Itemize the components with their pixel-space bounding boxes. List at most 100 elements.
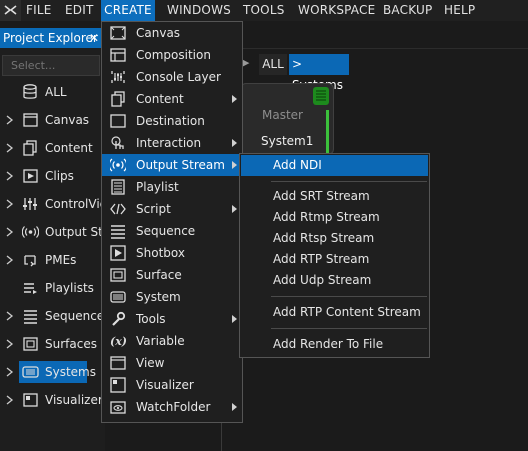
menu-help[interactable]: HELP <box>444 0 475 21</box>
menu-bar: FILE EDIT CREATE WINDOWS TOOLS WORKSPACE… <box>0 0 528 21</box>
expand-arrow-icon[interactable] <box>4 366 14 378</box>
menu-file[interactable]: FILE <box>26 0 52 21</box>
menu-item-output-stream[interactable]: Output Stream <box>102 154 242 176</box>
submenu-item-add-rtp-stream[interactable]: Add RTP Stream <box>241 249 428 270</box>
tree-item-clips[interactable]: Clips <box>0 165 105 187</box>
node-status-bar <box>326 110 329 155</box>
menu-item-view[interactable]: View <box>102 352 242 374</box>
expand-arrow-icon[interactable] <box>4 226 14 238</box>
submenu-item-add-render-to-file[interactable]: Add Render To File <box>241 334 428 355</box>
tree-item-pmes[interactable]: PMEs <box>0 249 105 271</box>
search-field[interactable] <box>2 55 100 76</box>
menu-item-destination[interactable]: Destination <box>102 110 242 132</box>
script-icon <box>110 201 126 217</box>
tree-item-visualizers[interactable]: Visualizers <box>0 389 109 411</box>
submenu-item-add-srt-stream[interactable]: Add SRT Stream <box>241 186 428 207</box>
menu-item-surface[interactable]: Surface <box>102 264 242 286</box>
submenu-item-add-udp-stream[interactable]: Add Udp Stream <box>241 270 428 291</box>
menu-item-label: Sequence <box>136 224 196 238</box>
menu-item-label: System <box>136 290 181 304</box>
submenu-item-label: Add Rtsp Stream <box>273 231 375 245</box>
menu-item-label: Surface <box>136 268 182 282</box>
tree-item-playlists[interactable]: Playlists <box>0 277 105 299</box>
submenu-item-add-rtmp-stream[interactable]: Add Rtmp Stream <box>241 207 428 228</box>
menu-item-label: Destination <box>136 114 205 128</box>
canvas-icon <box>110 25 126 41</box>
view-icon <box>110 355 126 371</box>
expand-arrow-icon[interactable] <box>4 254 14 266</box>
menu-item-label: Playlist <box>136 180 179 194</box>
menu-windows[interactable]: WINDOWS <box>167 0 231 21</box>
playlist-icon <box>110 179 126 195</box>
node-master-label: Master <box>262 108 303 122</box>
expand-arrow-icon[interactable] <box>4 338 14 350</box>
menu-item-console-layer[interactable]: Console Layer <box>102 66 242 88</box>
menu-item-label: View <box>136 356 165 370</box>
menu-item-interaction[interactable]: Interaction <box>102 132 242 154</box>
breadcrumb-systems[interactable]: > Systems <box>289 54 349 92</box>
submenu-arrow-icon <box>232 95 237 103</box>
expand-arrow-icon[interactable] <box>4 114 14 126</box>
interaction-icon <box>110 135 126 151</box>
menu-item-playlist[interactable]: Playlist <box>102 176 242 198</box>
close-icon[interactable]: ✕ <box>89 28 99 48</box>
submenu-item-add-ndi[interactable]: Add NDI <box>241 155 428 176</box>
tree-item-canvas[interactable]: Canvas <box>0 109 105 131</box>
tree-item-surfaces[interactable]: Surfaces <box>0 333 105 355</box>
tree-item-label: PMEs <box>45 253 77 267</box>
submenu-item-label: Add RTP Content Stream <box>273 305 421 319</box>
menu-backup[interactable]: BACKUP <box>383 0 432 21</box>
menu-separator <box>271 296 427 297</box>
surfaces-icon <box>22 336 39 352</box>
submenu-item-add-rtsp-stream[interactable]: Add Rtsp Stream <box>241 228 428 249</box>
submenu-item-label: Add Rtmp Stream <box>273 210 380 224</box>
tree-item-all[interactable]: ALL <box>0 81 105 103</box>
expand-arrow-icon[interactable] <box>4 170 14 182</box>
menu-edit[interactable]: EDIT <box>65 0 94 21</box>
app-logo-icon[interactable] <box>0 0 21 21</box>
menu-item-system[interactable]: System <box>102 286 242 308</box>
tree-item-output-stream[interactable]: Output Stream <box>0 221 134 243</box>
clips-icon <box>22 168 39 184</box>
sequence-icon <box>110 223 126 239</box>
menu-item-watchfolder[interactable]: WatchFolder <box>102 396 242 418</box>
expand-arrow-icon[interactable] <box>4 394 14 406</box>
tree-item-content[interactable]: Content <box>0 137 105 159</box>
tree-item-label: Surfaces <box>45 337 97 351</box>
submenu-item-add-rtp-content-stream[interactable]: Add RTP Content Stream <box>241 302 428 323</box>
submenu-item-label: Add RTP Stream <box>273 252 370 266</box>
watchfolder-icon <box>110 399 126 415</box>
menu-item-shotbox[interactable]: Shotbox <box>102 242 242 264</box>
submenu-arrow-icon <box>232 403 237 411</box>
output-stream-icon <box>22 224 39 240</box>
menu-item-sequence[interactable]: Sequence <box>102 220 242 242</box>
tree-item-systems[interactable]: Systems <box>0 361 105 383</box>
pmes-icon <box>22 252 39 268</box>
project-explorer-tab[interactable]: Project Explorer ✕ <box>0 28 105 48</box>
search-input[interactable] <box>3 56 91 75</box>
tree-item-sequences[interactable]: Sequences <box>0 305 110 327</box>
menu-item-content[interactable]: Content <box>102 88 242 110</box>
content-icon <box>110 91 126 107</box>
menu-item-script[interactable]: Script <box>102 198 242 220</box>
menu-item-tools[interactable]: Tools <box>102 308 242 330</box>
tree-item-label: Systems <box>45 365 96 379</box>
tree-item-controlview[interactable]: ControlView <box>0 193 117 215</box>
menu-item-variable[interactable]: (x) Variable <box>102 330 242 352</box>
system-icon <box>110 289 126 305</box>
menu-create[interactable]: CREATE <box>101 0 155 21</box>
submenu-arrow-icon <box>232 139 237 147</box>
expand-arrow-icon[interactable] <box>4 198 14 210</box>
menu-tools[interactable]: TOOLS <box>243 0 285 21</box>
menu-item-label: Variable <box>136 334 185 348</box>
expand-arrow-icon[interactable] <box>4 142 14 154</box>
breadcrumb-all[interactable]: ALL <box>259 54 287 75</box>
menu-workspace[interactable]: WORKSPACE <box>298 0 375 21</box>
sequences-icon <box>22 308 39 324</box>
expand-arrow-icon[interactable] <box>4 310 14 322</box>
menu-item-visualizer[interactable]: Visualizer <box>102 374 242 396</box>
menu-item-composition[interactable]: Composition <box>102 44 242 66</box>
menu-item-canvas[interactable]: Canvas <box>102 22 242 44</box>
panel-title: Project Explorer <box>3 31 98 45</box>
submenu-arrow-icon <box>232 161 237 169</box>
